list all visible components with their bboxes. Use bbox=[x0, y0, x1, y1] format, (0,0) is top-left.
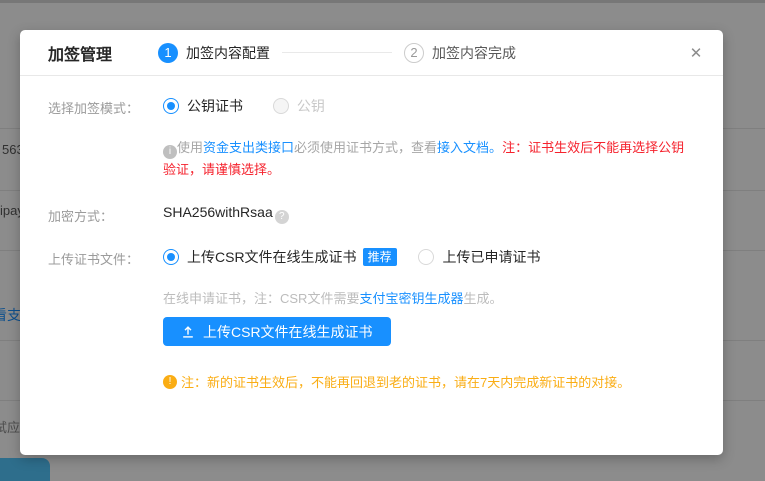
mode-note-row: i使用资金支出类接口必须使用证书方式，查看接入文档。注：证书生效后不能再选择公钥… bbox=[48, 137, 695, 180]
radio-public-key: 公钥 bbox=[273, 96, 325, 116]
recommended-badge: 推荐 bbox=[363, 248, 397, 266]
csr-note: 在线申请证书，注：CSR文件需要支付宝密钥生成器生成。 bbox=[163, 288, 695, 307]
step-2-label: 加签内容完成 bbox=[432, 43, 516, 63]
step-1: 1 加签内容配置 bbox=[158, 43, 270, 63]
upload-cert-options: 上传CSR文件在线生成证书 推荐 上传已申请证书 bbox=[163, 247, 695, 268]
step-connector-line bbox=[282, 52, 392, 53]
mode-note-middle: 必须使用证书方式，查看 bbox=[294, 140, 437, 155]
upload-icon bbox=[181, 325, 195, 339]
encrypt-method-value-wrap: SHA256withRsaa? bbox=[163, 204, 695, 225]
steps-indicator: 1 加签内容配置 2 加签内容完成 bbox=[158, 43, 516, 63]
cert-warning: ! 注：新的证书生效后，不能再回退到老的证书，请在7天内完成新证书的对接。 bbox=[163, 372, 695, 391]
info-circle-icon: i bbox=[163, 145, 177, 159]
help-question-icon[interactable]: ? bbox=[275, 210, 289, 224]
radio-public-key-label: 公钥 bbox=[297, 96, 325, 116]
sign-mode-options: 公钥证书 公钥 bbox=[163, 96, 695, 117]
radio-public-key-cert-label: 公钥证书 bbox=[187, 96, 243, 116]
encrypt-method-value: SHA256withRsaa bbox=[163, 204, 273, 220]
radio-upload-csr-label: 上传CSR文件在线生成证书 bbox=[187, 247, 357, 267]
upload-csr-button-label: 上传CSR文件在线生成证书 bbox=[203, 322, 373, 342]
radio-upload-applied[interactable]: 上传已申请证书 bbox=[418, 247, 540, 267]
sign-mode-row: 选择加签模式： 公钥证书 公钥 bbox=[48, 96, 695, 117]
modal-header: 加签管理 1 加签内容配置 2 加签内容完成 ✕ bbox=[20, 30, 723, 76]
csr-note-prefix: 在线申请证书，注：CSR文件需要 bbox=[163, 291, 359, 306]
sign-mode-label: 选择加签模式： bbox=[48, 96, 163, 117]
keygen-tool-link[interactable]: 支付宝密钥生成器 bbox=[359, 291, 463, 306]
csr-note-row: 在线申请证书，注：CSR文件需要支付宝密钥生成器生成。 bbox=[48, 288, 695, 307]
upload-button-wrap: 上传CSR文件在线生成证书 bbox=[163, 317, 695, 346]
upload-csr-button[interactable]: 上传CSR文件在线生成证书 bbox=[163, 317, 391, 346]
modal-body: 选择加签模式： 公钥证书 公钥 i使用资金支出类接口必须使用证书方式，查看接 bbox=[20, 76, 723, 391]
upload-cert-row: 上传证书文件： 上传CSR文件在线生成证书 推荐 上传已申请证书 bbox=[48, 247, 695, 268]
encrypt-method-row: 加密方式： SHA256withRsaa? bbox=[48, 204, 695, 225]
mode-note-prefix: 使用 bbox=[177, 140, 203, 155]
csr-note-suffix: 生成。 bbox=[463, 291, 502, 306]
upload-button-row: 上传CSR文件在线生成证书 bbox=[48, 317, 695, 346]
access-doc-link[interactable]: 接入文档。 bbox=[437, 140, 502, 155]
radio-selected-icon[interactable] bbox=[163, 98, 179, 114]
spacer bbox=[48, 317, 163, 346]
radio-unselected-icon[interactable] bbox=[418, 249, 434, 265]
step-2-circle: 2 bbox=[404, 43, 424, 63]
spacer bbox=[48, 288, 163, 307]
spacer bbox=[48, 372, 163, 391]
radio-public-key-cert[interactable]: 公钥证书 bbox=[163, 96, 243, 116]
close-icon[interactable]: ✕ bbox=[685, 42, 707, 64]
page: 563 ipay 看支 试应 加签管理 1 加签内容配置 2 加签内容完成 ✕ bbox=[0, 0, 765, 481]
sign-management-modal: 加签管理 1 加签内容配置 2 加签内容完成 ✕ 选择加签模式： bbox=[20, 30, 723, 455]
step-2: 2 加签内容完成 bbox=[404, 43, 516, 63]
radio-selected-icon[interactable] bbox=[163, 249, 179, 265]
encrypt-method-label: 加密方式： bbox=[48, 204, 163, 225]
cert-warning-text: 注：新的证书生效后，不能再回退到老的证书，请在7天内完成新证书的对接。 bbox=[181, 372, 630, 391]
step-1-label: 加签内容配置 bbox=[186, 43, 270, 63]
step-1-circle: 1 bbox=[158, 43, 178, 63]
radio-disabled-icon bbox=[273, 98, 289, 114]
upload-cert-label: 上传证书文件： bbox=[48, 247, 163, 268]
radio-upload-applied-label: 上传已申请证书 bbox=[442, 247, 540, 267]
spacer bbox=[48, 137, 163, 180]
cert-warning-row: ! 注：新的证书生效后，不能再回退到老的证书，请在7天内完成新证书的对接。 bbox=[48, 372, 695, 391]
warning-circle-icon: ! bbox=[163, 375, 177, 389]
fund-api-link[interactable]: 资金支出类接口 bbox=[203, 140, 294, 155]
modal-title: 加签管理 bbox=[48, 41, 112, 65]
mode-note: i使用资金支出类接口必须使用证书方式，查看接入文档。注：证书生效后不能再选择公钥… bbox=[163, 137, 695, 180]
radio-upload-csr[interactable]: 上传CSR文件在线生成证书 推荐 bbox=[163, 247, 397, 267]
